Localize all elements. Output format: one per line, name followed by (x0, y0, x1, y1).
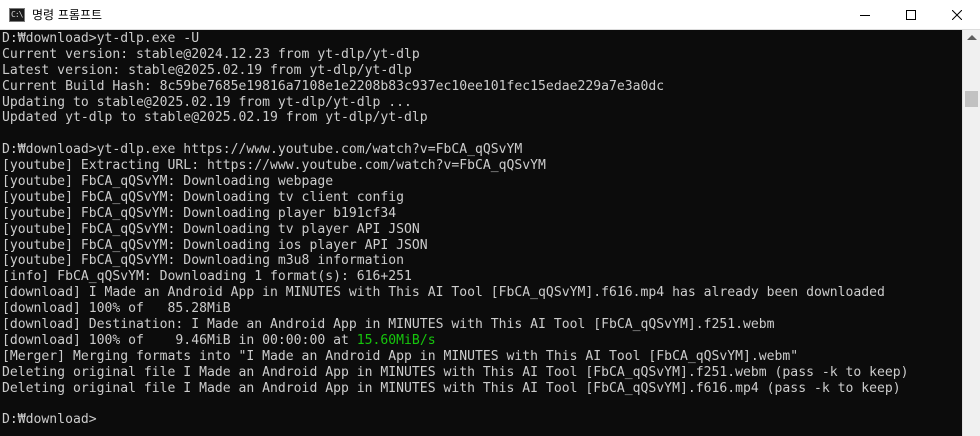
console-line: [youtube] Extracting URL: https://www.yo… (2, 158, 546, 174)
console-line: [youtube] FbCA_qQSvYM: Downloading playe… (2, 205, 397, 221)
console-line: [youtube] FbCA_qQSvYM: Downloading tv pl… (2, 221, 420, 237)
console-line: Deleting original file I Made an Android… (2, 380, 901, 396)
minimize-button[interactable] (842, 0, 888, 30)
minimize-icon (860, 15, 870, 16)
console-line: [youtube] FbCA_qQSvYM: Downloading ios p… (2, 237, 428, 253)
cmd-window: C:\ 명령 프롬프트 D:₩download>yt-dlp.exe -U Cur… (0, 0, 980, 436)
console-line: Current Build Hash: 8c59be7685e19816a710… (2, 78, 665, 94)
console-line: [youtube] FbCA_qQSvYM: Downloading webpa… (2, 174, 334, 190)
console-lines: D:₩download>yt-dlp.exe -U Current version… (2, 31, 909, 428)
close-button[interactable] (934, 0, 980, 30)
console-line: D:₩download>yt-dlp.exe -U (2, 31, 200, 46)
title-bar[interactable]: C:\ 명령 프롬프트 (0, 0, 980, 30)
window-title: 명령 프롬프트 (32, 8, 103, 22)
console-line: D:₩download>yt-dlp.exe https://www.youtu… (2, 142, 523, 158)
scroll-up-icon[interactable] (967, 35, 977, 40)
scrollbar-thumb[interactable] (965, 91, 978, 107)
close-icon (952, 10, 962, 20)
console-line: D:₩download> (2, 412, 97, 428)
maximize-button[interactable] (888, 0, 934, 30)
maximize-icon (906, 10, 916, 20)
console-line: [info] FbCA_qQSvYM: Downloading 1 format… (2, 269, 412, 285)
console-line: Current version: stable@2024.12.23 from … (2, 46, 420, 62)
console-line: [download] 100% of 9.46MiB in 00:00:00 a… (2, 333, 909, 349)
console-line: Deleting original file I Made an Android… (2, 364, 909, 380)
console-line: [download] 100% of 85.28MiB (2, 301, 231, 317)
console-line: [download] I Made an Android App in MINU… (2, 285, 885, 301)
console-line: Updated yt-dlp to stable@2025.02.19 from… (2, 110, 428, 126)
console-line: [youtube] FbCA_qQSvYM: Downloading m3u8 … (2, 253, 405, 269)
console-output[interactable]: D:₩download>yt-dlp.exe -U Current version… (0, 30, 962, 436)
console-line: Latest version: stable@2025.02.19 from y… (2, 62, 412, 78)
progress-text: [download] 100% of 9.46MiB in 00:00:00 a… (2, 332, 357, 348)
download-speed: 15.60MiB/s (356, 332, 436, 348)
console-line: [Merger] Merging formats into "I Made an… (2, 348, 799, 364)
vertical-scrollbar[interactable] (962, 30, 980, 436)
console-line: [download] Destination: I Made an Androi… (2, 317, 775, 333)
console-line: Updating to stable@2025.02.19 from yt-dl… (2, 94, 412, 110)
cmd-icon[interactable]: C:\ (9, 8, 25, 22)
console-line: [youtube] FbCA_qQSvYM: Downloading tv cl… (2, 189, 405, 205)
